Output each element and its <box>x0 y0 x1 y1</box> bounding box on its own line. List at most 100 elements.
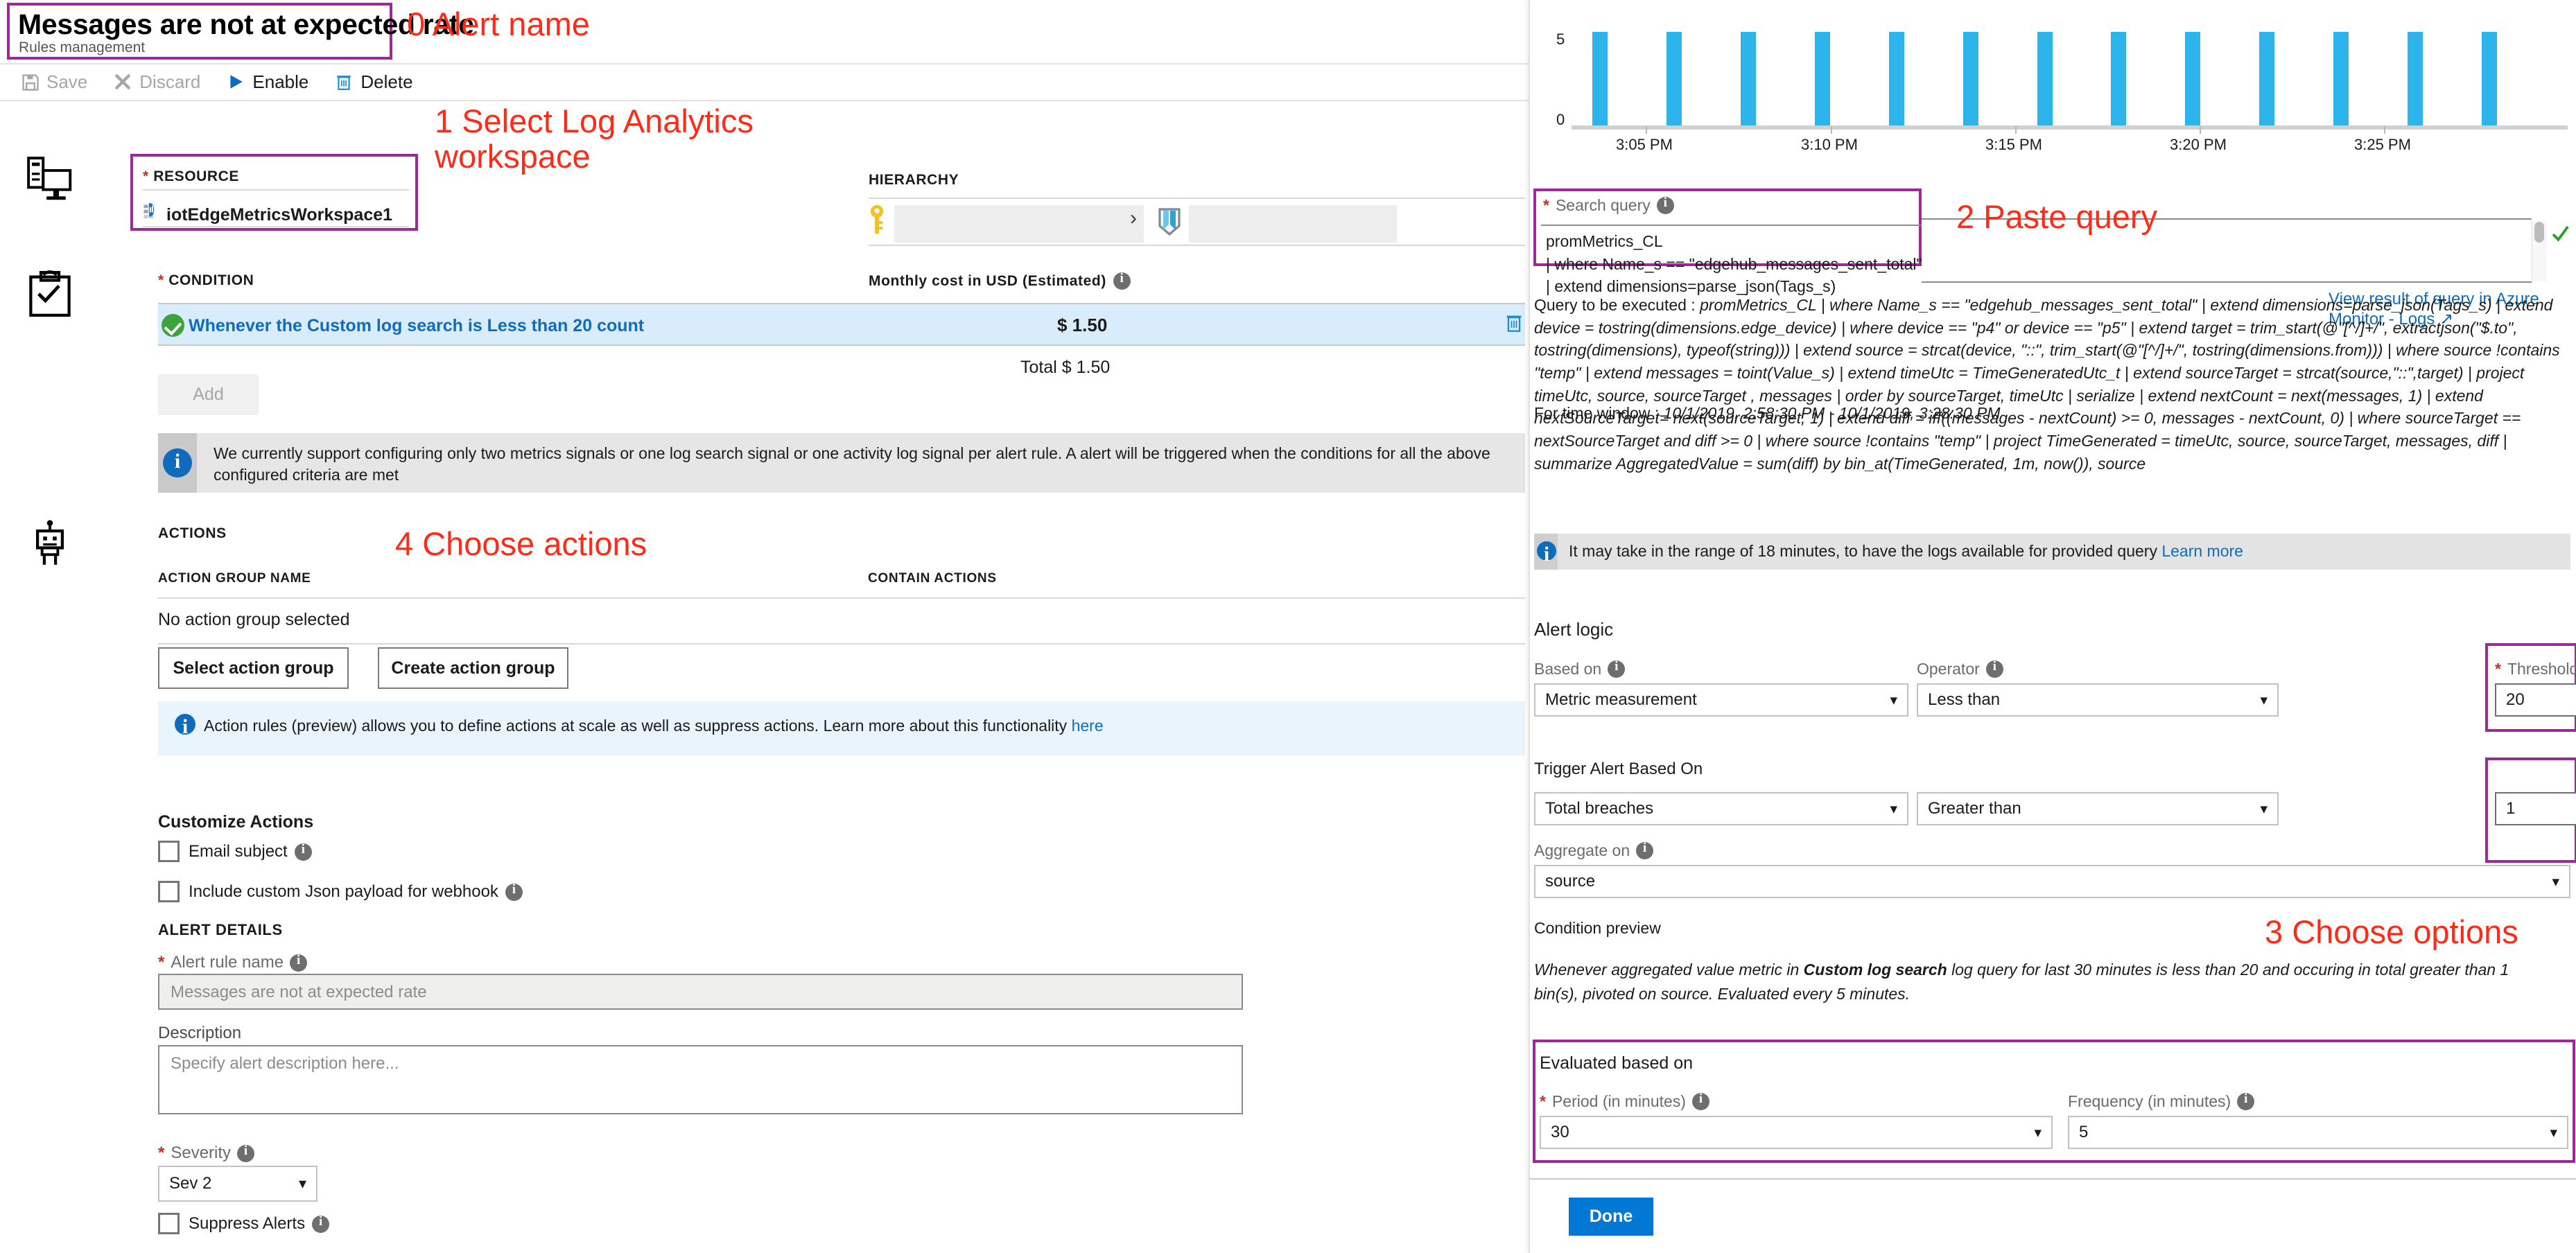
severity-label: * Severity <box>158 1144 255 1163</box>
divider <box>1922 281 2532 283</box>
frequency-value: 5 <box>2079 1123 2089 1141</box>
based-on-label: Based on <box>1534 659 1626 678</box>
operator-value: Less than <box>1928 690 2001 709</box>
x-tick-label: 3:15 PM <box>1985 136 2042 153</box>
json-payload-checkbox[interactable] <box>158 881 180 902</box>
based-on-select[interactable]: Metric measurement ▾ <box>1534 683 1908 717</box>
y-tick-5: 5 <box>1556 30 1565 48</box>
annotation-4: 4 Choose actions <box>395 525 647 562</box>
search-query-scroll-thumb[interactable] <box>2534 222 2544 243</box>
info-icon[interactable] <box>294 842 312 861</box>
actions-robot-icon <box>23 516 77 570</box>
trigger-comparison-value: Greater than <box>1928 799 2021 818</box>
query-result-chart: 5 0 3:05 PM 3:10 PM 3:15 PM 3:20 PM 3:25… <box>1530 0 2576 153</box>
description-textarea[interactable]: Specify alert description here... <box>158 1045 1243 1114</box>
suppress-alerts-checkbox[interactable] <box>158 1213 180 1234</box>
alert-rule-left-pane: Messages are not at expected rate Rules … <box>0 0 1529 1253</box>
learn-more-link[interactable]: Learn more <box>2161 542 2243 560</box>
divider <box>158 597 1525 599</box>
alert-logic-header: Alert logic <box>1534 619 1614 640</box>
customize-actions-header: Customize Actions <box>158 812 314 832</box>
done-button[interactable]: Done <box>1569 1198 1653 1236</box>
info-icon[interactable] <box>505 882 523 901</box>
resource-label: * RESOURCE <box>143 168 240 184</box>
chart-bar <box>1963 32 1978 125</box>
info-icon[interactable] <box>1656 195 1674 214</box>
frequency-select[interactable]: 5 ▾ <box>2068 1116 2568 1149</box>
threshold-label: *Threshold value <box>2495 660 2576 678</box>
annotation-0: 0 Alert name <box>407 6 590 42</box>
page-title: Messages are not at expected rate <box>18 8 474 40</box>
x-axis-line <box>1572 125 2568 130</box>
severity-select[interactable]: Sev 2 ▾ <box>158 1166 317 1202</box>
delete-button[interactable]: Delete <box>335 71 413 93</box>
chart-bar <box>1740 32 1756 125</box>
x-tick-mark <box>2200 126 2201 134</box>
trigger-breaches-select[interactable]: Total breaches ▾ <box>1534 792 1908 825</box>
period-label: * Period (in minutes) <box>1540 1092 1709 1111</box>
aggregate-on-select[interactable]: source ▾ <box>1534 865 2570 898</box>
action-rules-banner: Action rules (preview) allows you to def… <box>158 701 1525 755</box>
x-tick-mark <box>1646 126 1647 134</box>
info-icon[interactable] <box>1608 659 1626 678</box>
chevron-down-icon: ▾ <box>298 1175 306 1192</box>
select-action-group-button[interactable]: Select action group <box>158 647 349 689</box>
chart-bar <box>2037 32 2053 125</box>
info-icon[interactable] <box>1113 271 1131 290</box>
info-icon[interactable] <box>1691 1092 1709 1110</box>
command-toolbar: Save Discard Enable Delete <box>0 64 1529 101</box>
resource-value: iotEdgeMetricsWorkspace1 <box>166 205 393 225</box>
key-icon <box>868 204 886 235</box>
chevron-down-icon: ▾ <box>2260 800 2268 817</box>
x-tick-mark <box>2384 126 2385 134</box>
discard-button[interactable]: Discard <box>114 71 200 93</box>
email-subject-checkbox[interactable] <box>158 841 180 862</box>
x-tick-label: 3:25 PM <box>2354 136 2411 153</box>
info-icon[interactable] <box>1985 659 2003 678</box>
info-icon[interactable] <box>237 1144 255 1162</box>
chart-bar <box>2185 32 2201 125</box>
info-icon[interactable] <box>2237 1092 2255 1110</box>
search-query-input[interactable]: promMetrics_CL | where Name_s == "edgehu… <box>1546 230 1922 298</box>
create-action-group-button[interactable]: Create action group <box>378 647 568 689</box>
alert-details-header: ALERT DETAILS <box>158 921 283 938</box>
enable-button[interactable]: Enable <box>227 71 308 93</box>
x-tick-label: 3:10 PM <box>1801 136 1858 153</box>
chart-bar <box>2408 32 2423 125</box>
annotation-1: 1 Select Log Analytics workspace <box>435 103 754 175</box>
trigger-count-input[interactable]: 1 <box>2495 792 2576 825</box>
column-contain-actions: CONTAIN ACTIONS <box>868 571 997 586</box>
condition-row-text: Whenever the Custom log search is Less t… <box>189 316 645 335</box>
query-to-be-executed: Query to be executed : promMetrics_CL | … <box>1534 294 2570 475</box>
action-rules-label: Action rules (preview) allows you to def… <box>204 717 1068 735</box>
info-icon <box>175 714 195 739</box>
chart-bar <box>1666 32 1682 125</box>
chart-bar <box>1592 32 1608 125</box>
delete-label: Delete <box>360 71 413 92</box>
info-icon[interactable] <box>312 1214 330 1233</box>
cost-label: Monthly cost in USD (Estimated) <box>869 271 1131 290</box>
chevron-down-icon: ▾ <box>1890 692 1897 708</box>
frequency-label: Frequency (in minutes) <box>2068 1092 2255 1111</box>
add-condition-button[interactable]: Add <box>158 374 259 415</box>
action-rules-here-link[interactable]: here <box>1072 717 1104 735</box>
info-icon[interactable] <box>1636 841 1654 859</box>
save-button[interactable]: Save <box>21 71 87 93</box>
x-tick-label: 3:05 PM <box>1616 136 1673 153</box>
trigger-header: Trigger Alert Based On <box>1534 760 1703 778</box>
trigger-comparison-select[interactable]: Greater than ▾ <box>1917 792 2279 825</box>
enable-label: Enable <box>252 71 309 92</box>
alert-rule-name-input[interactable]: Messages are not at expected rate <box>158 974 1243 1010</box>
condition-delete-icon[interactable] <box>1504 312 1524 336</box>
based-on-value: Metric measurement <box>1545 690 1697 709</box>
aggregate-on-value: source <box>1545 872 1596 891</box>
threshold-input[interactable]: 20 <box>2495 683 2576 717</box>
period-select[interactable]: 30 ▾ <box>1540 1116 2053 1149</box>
chevron-down-icon: ▾ <box>2260 692 2268 708</box>
condition-preview-header: Condition preview <box>1534 919 1661 937</box>
condition-preview-text: Whenever aggregated value metric in Cust… <box>1534 958 2555 1006</box>
condition-row[interactable]: Whenever the Custom log search is Less t… <box>158 303 1525 346</box>
operator-select[interactable]: Less than ▾ <box>1917 683 2279 717</box>
alert-rule-name-label: * Alert rule name <box>158 953 308 972</box>
info-icon[interactable] <box>290 953 308 972</box>
